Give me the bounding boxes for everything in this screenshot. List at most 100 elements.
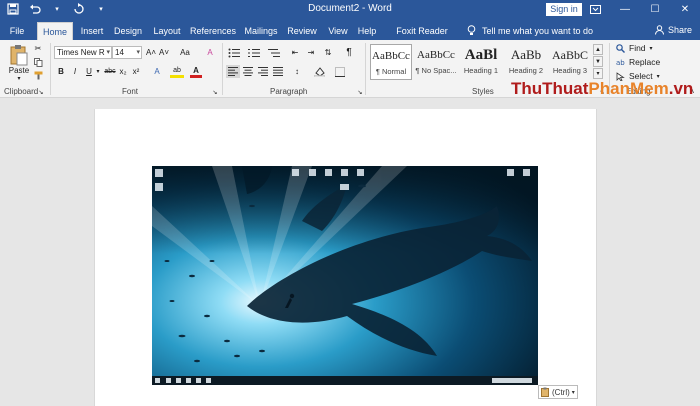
tab-references[interactable]: References xyxy=(190,22,236,40)
style-preview: AaBbC xyxy=(552,48,588,62)
borders-icon[interactable] xyxy=(333,65,347,78)
format-painter-icon[interactable] xyxy=(33,70,43,80)
watermark-part3: .vn xyxy=(668,79,694,98)
text-effects-icon[interactable]: A xyxy=(150,65,164,78)
chevron-down-icon: ▾ xyxy=(106,49,110,56)
styles-scroll-down-icon[interactable]: ▼ xyxy=(593,56,603,67)
tab-help[interactable]: Help xyxy=(357,22,377,40)
italic-button[interactable]: I xyxy=(70,65,80,78)
find-button[interactable]: Find ▾ xyxy=(616,43,653,53)
clipboard-icon xyxy=(541,387,549,397)
align-center-icon[interactable] xyxy=(241,65,255,78)
increase-indent-icon[interactable]: ⇥ xyxy=(305,46,317,59)
numbering-icon[interactable] xyxy=(246,46,262,59)
align-left-icon[interactable] xyxy=(226,65,240,78)
paste-button[interactable]: Paste ▾ xyxy=(6,43,32,83)
minimize-button[interactable]: — xyxy=(610,0,640,19)
ribbon-tabs: File Home Insert Design Layout Reference… xyxy=(0,19,700,54)
font-name-value: Times New R xyxy=(57,48,105,57)
multilevel-list-icon[interactable] xyxy=(266,46,282,59)
dialog-launcher-icon[interactable]: ↘ xyxy=(37,88,45,96)
dialog-launcher-icon[interactable]: ↘ xyxy=(356,88,364,96)
style-heading-1[interactable]: AaBl Heading 1 xyxy=(460,44,502,80)
font-name-combo[interactable]: Times New R ▾ xyxy=(54,46,112,59)
line-spacing-icon[interactable]: ↕ xyxy=(289,65,305,78)
replace-button[interactable]: ab Replace xyxy=(616,57,660,67)
sign-in-button[interactable]: Sign in xyxy=(546,3,582,16)
tab-home[interactable]: Home xyxy=(37,22,73,40)
watermark-part1: ThuThuat xyxy=(511,79,589,98)
font-size-value: 14 xyxy=(115,48,124,57)
bullets-icon[interactable] xyxy=(226,46,242,59)
style-preview: AaBbCc xyxy=(372,50,410,62)
restore-button[interactable]: ☐ xyxy=(640,0,670,19)
clipboard-icon xyxy=(10,45,28,66)
style-heading-2[interactable]: AaBb Heading 2 xyxy=(505,44,547,80)
style-preview: AaBb xyxy=(510,47,542,62)
share-button[interactable]: Share xyxy=(655,25,692,35)
tab-design[interactable]: Design xyxy=(113,22,143,40)
align-right-icon[interactable] xyxy=(256,65,270,78)
underline-button[interactable]: U xyxy=(84,65,94,78)
find-label: Find xyxy=(629,43,646,53)
bold-button[interactable]: B xyxy=(56,65,66,78)
shading-icon[interactable] xyxy=(311,65,327,78)
style-no-spacing[interactable]: AaBbCc ¶ No Spac... xyxy=(415,44,457,80)
style-normal[interactable]: AaBbCc ¶ Normal xyxy=(370,44,412,80)
watermark-logo: ThuThuatPhanMem.vn xyxy=(511,79,693,99)
tab-foxit-reader-pdf[interactable]: Foxit Reader PDF xyxy=(390,22,454,54)
chevron-down-icon: ▾ xyxy=(571,389,575,396)
tab-file[interactable]: File xyxy=(6,22,28,40)
styles-group-label: Styles xyxy=(472,87,494,96)
highlight-button[interactable]: ab xyxy=(170,65,184,78)
decrease-indent-icon[interactable]: ⇤ xyxy=(289,46,301,59)
chevron-down-icon: ▾ xyxy=(649,45,653,52)
font-color-button[interactable]: A xyxy=(190,65,202,78)
chevron-down-icon: ▾ xyxy=(17,76,21,82)
style-name: Heading 1 xyxy=(463,66,499,75)
tab-insert[interactable]: Insert xyxy=(79,22,105,40)
style-name: ¶ No Spac... xyxy=(415,66,457,75)
dialog-launcher-icon[interactable]: ↘ xyxy=(211,88,219,96)
style-preview: AaBbCc xyxy=(417,49,455,61)
inserted-picture[interactable] xyxy=(152,166,538,385)
styles-scroll-up-icon[interactable]: ▲ xyxy=(593,44,603,55)
subscript-button[interactable]: x₂ xyxy=(118,65,128,78)
chevron-down-icon[interactable]: ▾ xyxy=(95,65,101,78)
replace-icon: ab xyxy=(616,59,625,67)
tell-me-search[interactable]: Tell me what you want to do xyxy=(467,25,593,36)
search-icon xyxy=(616,43,625,53)
tab-view[interactable]: View xyxy=(327,22,349,40)
strikethrough-button[interactable]: abc xyxy=(103,65,117,78)
justify-icon[interactable] xyxy=(271,65,285,78)
group-separator xyxy=(50,43,51,95)
tab-mailings[interactable]: Mailings xyxy=(243,22,279,40)
close-button[interactable]: ✕ xyxy=(670,0,700,19)
grow-font-button[interactable]: A˄ xyxy=(145,46,157,59)
copy-icon[interactable] xyxy=(33,57,43,67)
tab-review[interactable]: Review xyxy=(287,22,317,40)
show-formatting-button[interactable]: ¶ xyxy=(344,46,354,59)
group-separator xyxy=(365,43,366,95)
style-preview: AaBl xyxy=(464,47,498,63)
tab-layout[interactable]: Layout xyxy=(152,22,182,40)
style-heading-3[interactable]: AaBbC Heading 3 xyxy=(549,44,591,80)
shrink-font-button[interactable]: A˅ xyxy=(158,46,170,59)
clear-formatting-icon[interactable]: A xyxy=(204,46,216,59)
clipboard-group-label: Clipboard xyxy=(4,87,39,96)
title-bar: ▾ ▾ Document2 - Word Sign in — ☐ ✕ xyxy=(0,0,700,19)
share-label: Share xyxy=(668,25,693,35)
paste-options-button[interactable]: (Ctrl) ▾ xyxy=(538,385,578,399)
paste-options-label: (Ctrl) xyxy=(552,387,570,397)
sort-icon[interactable]: ⇅ xyxy=(322,46,334,59)
ribbon-display-options-icon[interactable] xyxy=(580,0,610,19)
svg-text:ab: ab xyxy=(616,59,625,67)
font-size-combo[interactable]: 14 ▾ xyxy=(112,46,142,59)
paragraph-group-label: Paragraph xyxy=(270,87,308,96)
person-icon xyxy=(655,25,664,35)
change-case-button[interactable]: Aa xyxy=(177,46,193,59)
styles-more-icon[interactable]: ▾ xyxy=(593,68,603,79)
superscript-button[interactable]: x² xyxy=(131,65,141,78)
style-name: Heading 3 xyxy=(552,66,588,75)
cut-icon[interactable]: ✂ xyxy=(33,43,43,53)
